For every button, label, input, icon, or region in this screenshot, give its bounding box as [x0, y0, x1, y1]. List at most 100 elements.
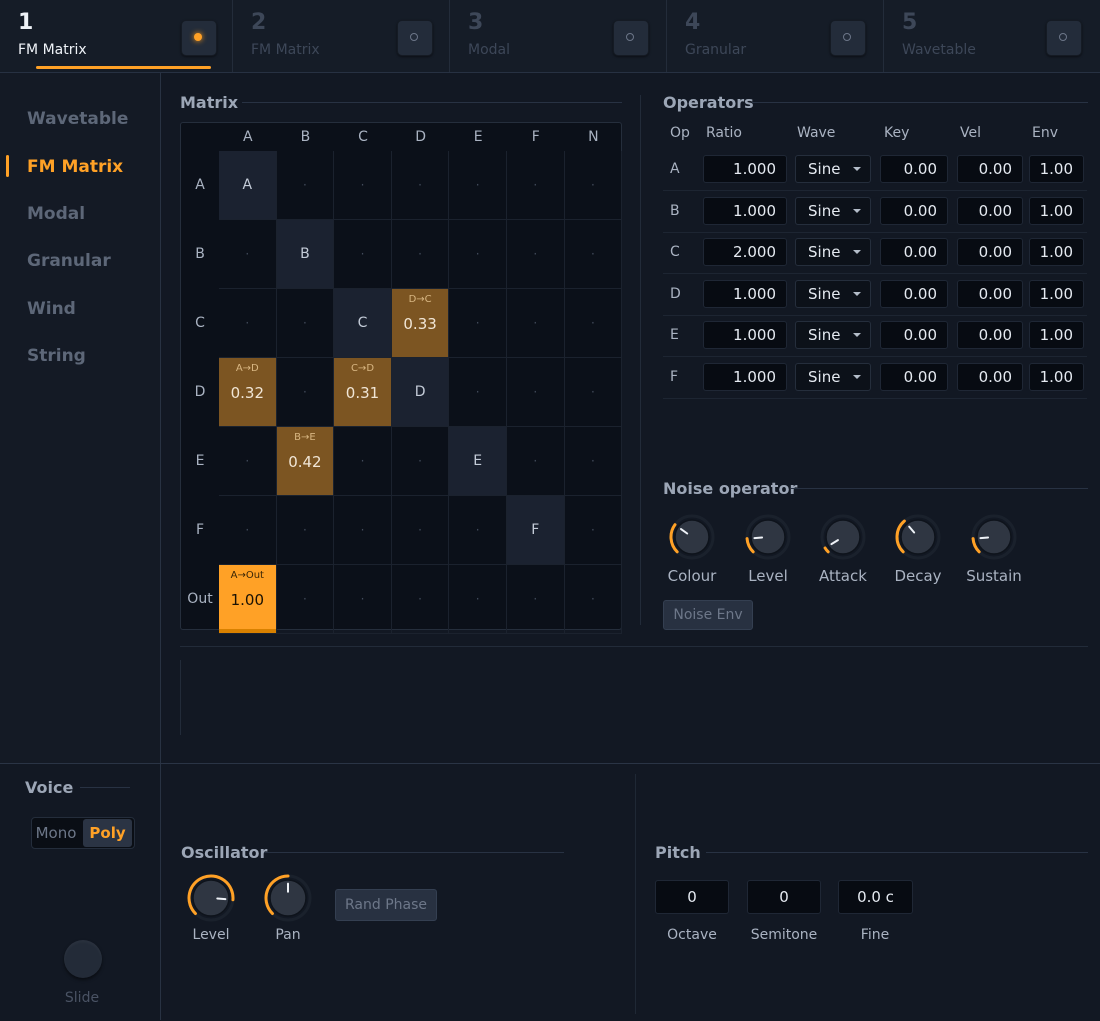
vel-field[interactable]: 0.00	[957, 279, 1023, 308]
slot-enable-toggle[interactable]	[830, 20, 866, 56]
wave-select[interactable]: Sine	[795, 155, 871, 183]
matrix-cell[interactable]: ·	[276, 358, 335, 427]
octave-field[interactable]: 0	[655, 880, 729, 914]
ratio-field[interactable]: 1.000	[703, 321, 787, 349]
slot-enable-toggle[interactable]	[397, 20, 433, 56]
matrix-cell[interactable]: ·	[564, 496, 623, 565]
matrix-cell[interactable]: ·	[219, 289, 277, 358]
wave-select[interactable]: Sine	[795, 196, 871, 225]
wave-select[interactable]: Sine	[795, 362, 871, 391]
slot-tab-4[interactable]: 4 Granular	[667, 0, 884, 72]
matrix-cell[interactable]: ·	[334, 151, 392, 220]
matrix-cell[interactable]: ·	[334, 427, 392, 496]
matrix-cell[interactable]: ·	[564, 289, 623, 358]
knob-dial[interactable]	[187, 874, 235, 922]
noise-sustain-knob[interactable]	[971, 514, 1017, 560]
matrix-route-cell[interactable]: A→Out 1.00	[219, 565, 277, 634]
matrix-cell[interactable]: ·	[391, 220, 450, 289]
slot-tab-1[interactable]: 1 FM Matrix	[0, 0, 233, 72]
key-field[interactable]: 0.00	[880, 362, 948, 391]
matrix-cell[interactable]: ·	[449, 151, 507, 220]
vel-field[interactable]: 0.00	[957, 196, 1023, 225]
key-field[interactable]: 0.00	[880, 279, 948, 308]
noise-decay-knob[interactable]	[895, 514, 941, 560]
vel-field[interactable]: 0.00	[957, 238, 1023, 266]
matrix-route-cell[interactable]: C→D 0.31	[334, 358, 392, 427]
matrix-operator-cell[interactable]: B	[276, 220, 335, 289]
matrix-cell[interactable]: ·	[391, 565, 450, 634]
matrix-operator-cell[interactable]: E	[449, 427, 507, 496]
matrix-cell[interactable]: ·	[564, 358, 623, 427]
matrix-operator-cell[interactable]: A	[219, 151, 277, 220]
matrix-route-cell[interactable]: B→E 0.42	[276, 427, 335, 496]
vel-field[interactable]: 0.00	[957, 321, 1023, 349]
key-field[interactable]: 0.00	[880, 196, 948, 225]
matrix-route-cell[interactable]: A→D 0.32	[219, 358, 277, 427]
matrix-operator-cell[interactable]: D	[391, 358, 450, 427]
env-field[interactable]: 1.00	[1029, 279, 1084, 308]
matrix-cell[interactable]: ·	[276, 496, 335, 565]
noise-env-button[interactable]: Noise Env	[663, 600, 753, 630]
matrix-cell[interactable]: ·	[449, 220, 507, 289]
matrix-cell[interactable]: ·	[334, 496, 392, 565]
matrix-operator-cell[interactable]: F	[507, 496, 565, 565]
matrix-cell[interactable]: ·	[276, 151, 335, 220]
key-field[interactable]: 0.00	[880, 238, 948, 266]
semitone-field[interactable]: 0	[747, 880, 821, 914]
matrix-cell[interactable]: ·	[219, 220, 277, 289]
mono-button[interactable]: Mono	[33, 818, 79, 848]
knob-dial[interactable]	[820, 514, 866, 560]
knob-dial[interactable]	[745, 514, 791, 560]
sidebar-item-wavetable[interactable]: Wavetable	[27, 109, 128, 129]
ratio-field[interactable]: 1.000	[703, 155, 787, 183]
matrix-cell[interactable]: ·	[219, 496, 277, 565]
env-field[interactable]: 1.00	[1029, 196, 1084, 225]
ratio-field[interactable]: 2.000	[703, 238, 787, 266]
matrix-operator-cell[interactable]: C	[334, 289, 392, 358]
matrix-cell[interactable]: ·	[507, 151, 565, 220]
sidebar-item-fm-matrix[interactable]: FM Matrix	[27, 157, 123, 177]
wave-select[interactable]: Sine	[795, 279, 871, 308]
poly-button[interactable]: Poly	[83, 819, 132, 847]
env-field[interactable]: 1.00	[1029, 362, 1084, 391]
slot-enable-toggle[interactable]	[1046, 20, 1082, 56]
matrix-cell[interactable]: ·	[507, 358, 565, 427]
matrix-cell[interactable]: ·	[449, 496, 507, 565]
matrix-cell[interactable]: ·	[391, 427, 450, 496]
ratio-field[interactable]: 1.000	[703, 279, 787, 308]
matrix-route-cell[interactable]: D→C 0.33	[391, 289, 450, 358]
noise-colour-knob[interactable]	[669, 514, 715, 560]
matrix-cell[interactable]: ·	[564, 427, 623, 496]
sidebar-item-wind[interactable]: Wind	[27, 299, 76, 319]
matrix-cell[interactable]: ·	[449, 358, 507, 427]
oscillator-pan-knob[interactable]	[264, 874, 312, 922]
vel-field[interactable]: 0.00	[957, 155, 1023, 183]
sidebar-item-modal[interactable]: Modal	[27, 204, 85, 224]
slot-enable-toggle[interactable]	[613, 20, 649, 56]
matrix-cell[interactable]: ·	[449, 565, 507, 634]
vel-field[interactable]: 0.00	[957, 362, 1023, 391]
matrix-cell[interactable]: ·	[334, 565, 392, 634]
matrix-cell[interactable]: ·	[507, 427, 565, 496]
oscillator-level-knob[interactable]	[187, 874, 235, 922]
key-field[interactable]: 0.00	[880, 321, 948, 349]
matrix-cell[interactable]: ·	[391, 496, 450, 565]
slot-enable-toggle[interactable]	[181, 20, 217, 56]
sidebar-item-string[interactable]: String	[27, 346, 86, 366]
wave-select[interactable]: Sine	[795, 238, 871, 266]
noise-attack-knob[interactable]	[820, 514, 866, 560]
slide-knob[interactable]	[64, 940, 102, 978]
matrix-cell[interactable]: ·	[449, 289, 507, 358]
sidebar-item-granular[interactable]: Granular	[27, 251, 111, 271]
env-field[interactable]: 1.00	[1029, 321, 1084, 349]
knob-dial[interactable]	[895, 514, 941, 560]
matrix-cell[interactable]: ·	[276, 289, 335, 358]
matrix-cell[interactable]: ·	[507, 289, 565, 358]
matrix-cell[interactable]: ·	[564, 151, 623, 220]
matrix-cell[interactable]: ·	[507, 565, 565, 634]
slot-tab-5[interactable]: 5 Wavetable	[884, 0, 1100, 72]
matrix-cell[interactable]: ·	[564, 565, 623, 634]
slot-tab-3[interactable]: 3 Modal	[450, 0, 667, 72]
knob-dial[interactable]	[971, 514, 1017, 560]
key-field[interactable]: 0.00	[880, 155, 948, 183]
